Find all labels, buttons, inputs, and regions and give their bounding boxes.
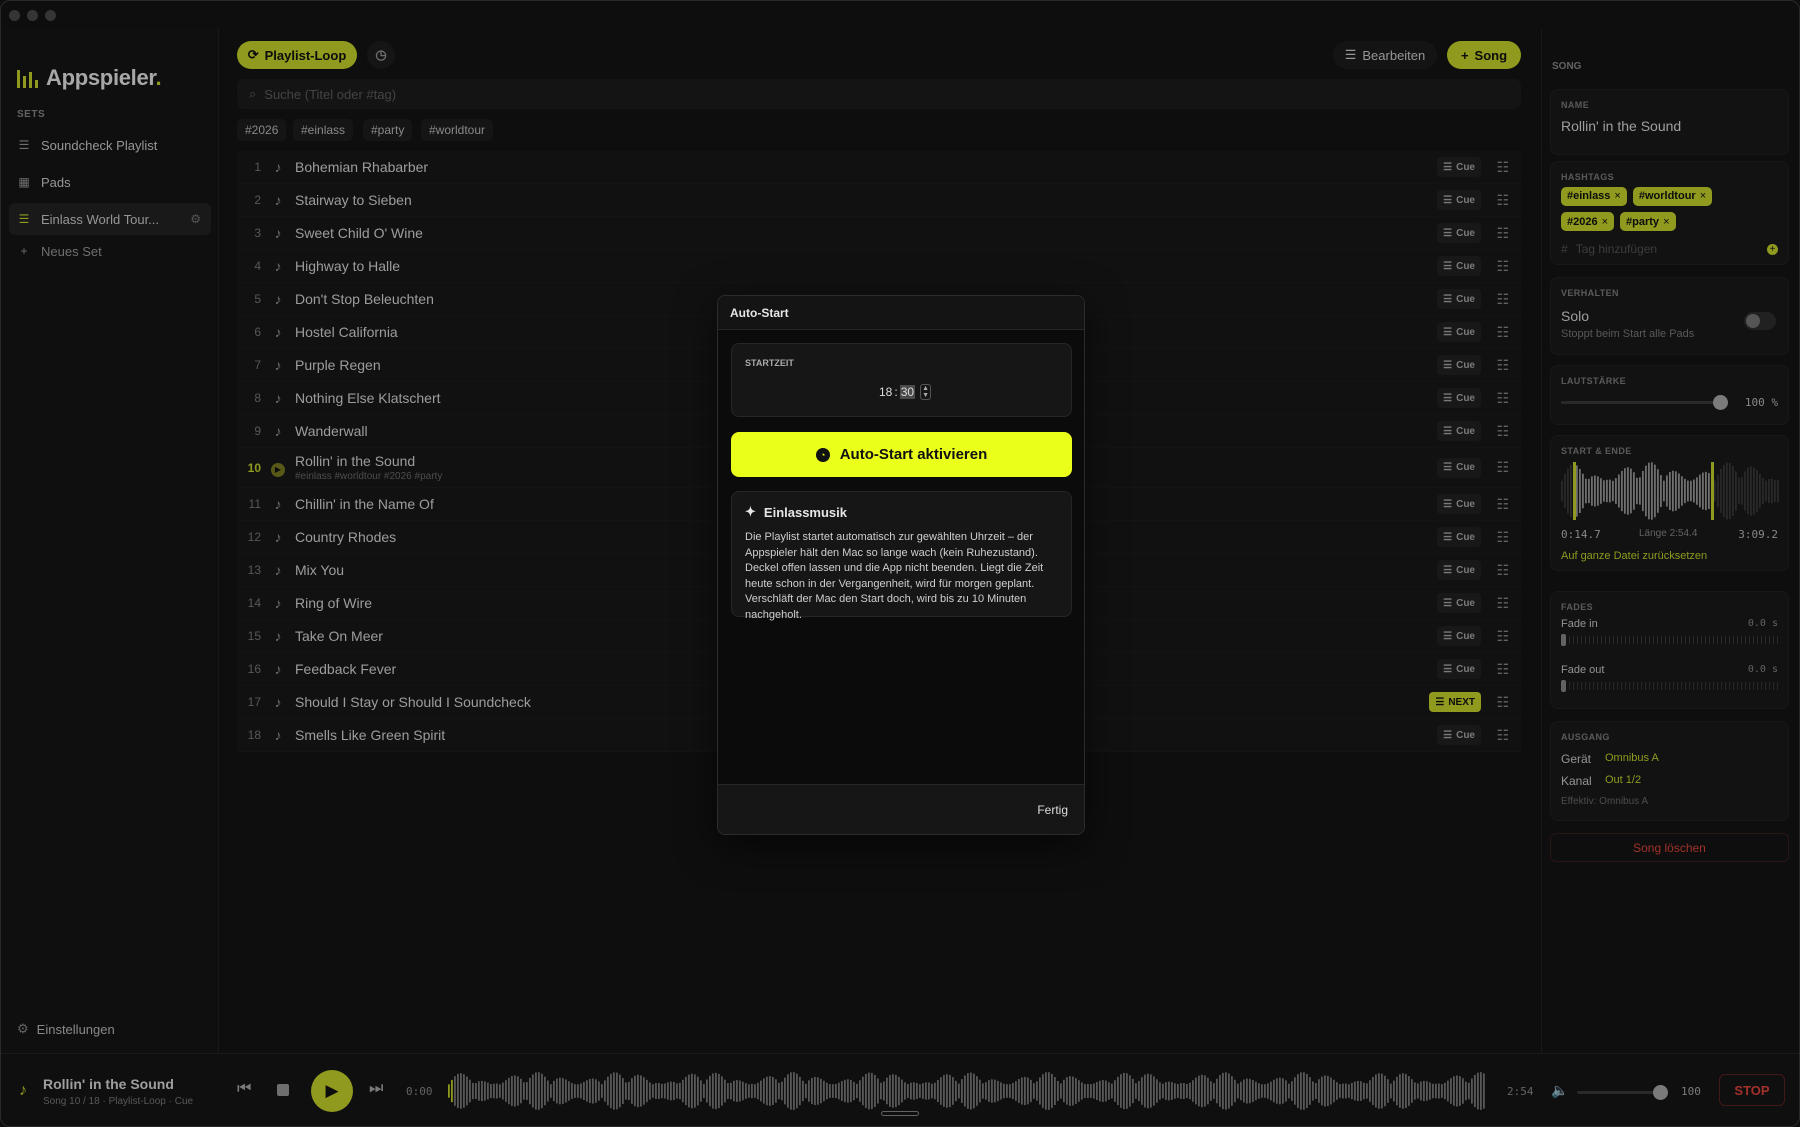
info-box: ✦ Einlassmusik Die Playlist startet auto… bbox=[731, 491, 1072, 621]
sparkle-icon: ✦ bbox=[745, 504, 756, 519]
clock-icon: ◔ bbox=[815, 447, 830, 462]
activate-auto-start-button[interactable]: ◔ Auto-Start aktivieren bbox=[731, 432, 1072, 477]
info-text: Die Playlist startet automatisch zur gew… bbox=[745, 531, 1044, 621]
app-window: Appspieler. SETS ☰ Soundcheck Playlist ▦… bbox=[0, 0, 1800, 1127]
auto-start-dialog: Auto-Start STARTZEIT 18:30 ▲ ▼ ◔ Auto-Sta… bbox=[717, 295, 1085, 835]
done-button[interactable]: Fertig bbox=[1037, 803, 1068, 817]
dialog-footer: Fertig bbox=[718, 784, 1084, 834]
dialog-title: Auto-Start bbox=[718, 296, 1084, 330]
time-picker[interactable]: 18:30 ▲ ▼ bbox=[879, 384, 931, 400]
time-hour[interactable]: 18 bbox=[879, 385, 892, 399]
time-stepper-icon[interactable]: ▲ ▼ bbox=[920, 384, 931, 400]
time-minute[interactable]: 30 bbox=[899, 385, 916, 399]
start-time-box: STARTZEIT 18:30 ▲ ▼ bbox=[731, 343, 1072, 417]
